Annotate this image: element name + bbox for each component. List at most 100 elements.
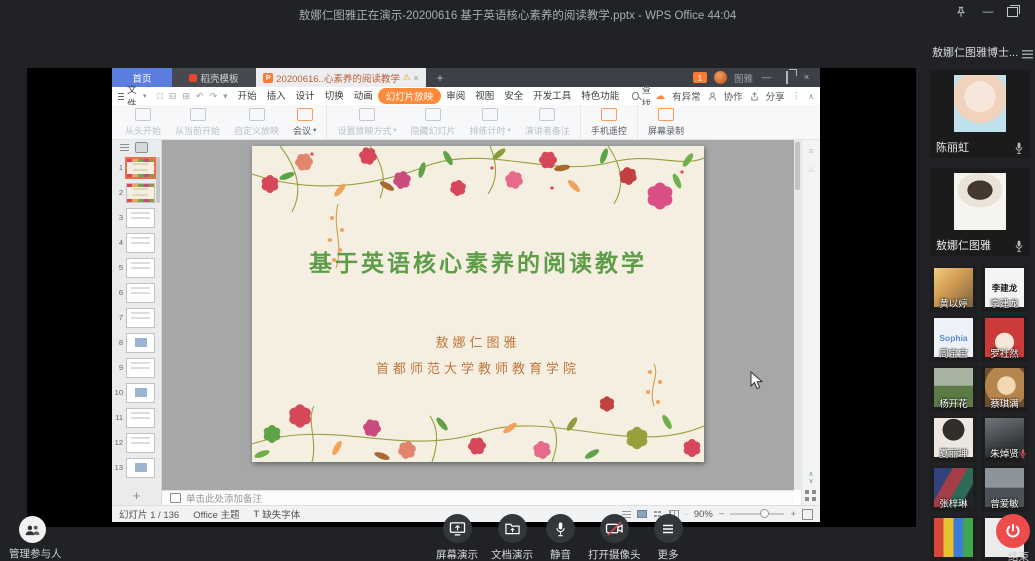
slide-thumbnail[interactable]	[126, 182, 155, 203]
redo-icon[interactable]: ↷	[210, 91, 218, 102]
share-label[interactable]: 分享	[766, 89, 785, 103]
theme-name[interactable]: Office 主题	[193, 507, 239, 521]
participant-tile-large[interactable]: 陈丽虹	[930, 70, 1030, 158]
slide-thumbnail[interactable]	[126, 232, 155, 253]
wps-restore-icon[interactable]	[780, 71, 793, 84]
slide-thumbnail[interactable]	[126, 432, 155, 453]
vertical-scrollbar[interactable]	[794, 140, 801, 490]
menu-tab[interactable]: 插入	[262, 88, 291, 104]
tab-docer[interactable]: 稻壳模板	[172, 68, 256, 87]
zoom-slider-knob[interactable]	[760, 509, 770, 518]
mic-icon[interactable]	[1014, 239, 1024, 253]
slide-thumbnail-row[interactable]: 3	[112, 205, 161, 230]
zoom-level[interactable]: 90%	[694, 509, 713, 520]
notes-bar[interactable]: 单击此处添加备注	[162, 490, 794, 505]
ribbon-button[interactable]: 屏幕录制	[636, 105, 691, 139]
participant-tile[interactable]: 张梓琳	[930, 466, 977, 512]
manage-participants-button[interactable]	[19, 516, 46, 543]
participant-tile[interactable]: 杨开花	[930, 366, 977, 412]
menu-tab[interactable]: 审阅	[441, 88, 470, 104]
collapse-ribbon-icon[interactable]: ∧	[808, 92, 814, 101]
participant-tile[interactable]: 蔡琪满	[981, 366, 1028, 412]
participant-tile[interactable]: Sophia 周宝宝	[930, 316, 977, 362]
more-menu-icon[interactable]: ⋮	[792, 91, 802, 102]
mic-icon[interactable]	[1014, 141, 1024, 155]
menu-tab[interactable]: 设计	[291, 88, 320, 104]
grid-view-icon[interactable]	[805, 490, 816, 501]
participant-tile[interactable]: 夏丽坤	[930, 416, 977, 462]
account-avatar[interactable]	[713, 71, 727, 84]
add-slide-button[interactable]: +	[112, 488, 161, 503]
ribbon-button[interactable]: 手机遥控	[579, 105, 634, 139]
slide-thumbnail[interactable]	[126, 407, 155, 428]
menu-tab[interactable]: 视图	[470, 88, 499, 104]
menu-tab[interactable]: 开始	[233, 88, 262, 104]
camera-button[interactable]: 打开摄像头	[588, 514, 641, 561]
participant-tile[interactable]: 朱焯贤	[981, 416, 1028, 462]
participant-tile[interactable]: 罗社然	[981, 316, 1028, 362]
slide-thumbnail[interactable]	[126, 382, 155, 403]
properties-icon[interactable]: ⌂	[802, 164, 820, 174]
doc-share-button[interactable]: 文档演示	[491, 514, 533, 561]
slide-thumbnail[interactable]	[126, 257, 155, 278]
new-tab-button[interactable]: +	[426, 68, 454, 87]
print-icon[interactable]: ⊟	[169, 91, 177, 102]
slide-thumbnail-row[interactable]: 10	[112, 380, 161, 405]
customize-icon[interactable]: ▾	[223, 91, 228, 102]
slide-thumbnail-row[interactable]: 1	[112, 155, 161, 180]
slide-thumbnail-row[interactable]: 5	[112, 255, 161, 280]
menu-tab[interactable]: 动画	[349, 88, 378, 104]
ribbon-button[interactable]: 隐藏幻灯片	[404, 105, 463, 139]
participant-list-icon[interactable]	[1022, 46, 1033, 64]
ribbon-button[interactable]: 从头开始	[118, 105, 168, 139]
menu-tab[interactable]: 幻灯片放映	[377, 88, 442, 104]
slide-thumbnail[interactable]	[125, 156, 156, 179]
ribbon-button[interactable]: 从当前开始	[168, 105, 227, 139]
participant-tile[interactable]: 黄以婷	[930, 266, 977, 312]
slide-thumbnail-row[interactable]: 9	[112, 355, 161, 380]
menu-tab[interactable]: 开发工具	[528, 88, 576, 104]
zoom-slider[interactable]	[730, 509, 785, 518]
export-icon[interactable]: ⊞	[182, 91, 190, 102]
menu-tab[interactable]: 特色功能	[576, 88, 624, 104]
participant-tile[interactable]	[930, 516, 977, 561]
slide-view-icon[interactable]	[135, 142, 148, 153]
slide-thumbnail[interactable]	[126, 282, 155, 303]
slide-thumbnail-row[interactable]: 2	[112, 180, 161, 205]
ribbon-button[interactable]: 排练计时 ▾	[463, 105, 518, 139]
fit-slide-icon[interactable]	[802, 508, 813, 520]
zoom-in-button[interactable]: +	[790, 509, 796, 520]
mute-button[interactable]: 静音	[546, 514, 575, 561]
slide-thumbnail[interactable]	[126, 307, 155, 328]
menu-tab[interactable]: 安全	[499, 88, 528, 104]
ribbon-button[interactable]: 设置放映方式 ▾	[326, 105, 403, 139]
slide-thumbnail-row[interactable]: 8	[112, 330, 161, 355]
menu-tab[interactable]: 切换	[320, 88, 349, 104]
notification-badge[interactable]: 1	[692, 72, 707, 83]
slide-thumbnail-row[interactable]: 11	[112, 405, 161, 430]
page-up-down-icons[interactable]: ∧ ∨	[802, 471, 820, 485]
sync-status-label[interactable]: 有异常	[672, 89, 701, 103]
participant-tile-large[interactable]: 敖娜仁图雅	[930, 168, 1030, 256]
animation-pane-icon[interactable]: ≡	[802, 146, 820, 156]
restore-icon[interactable]	[1004, 4, 1020, 20]
wps-minimize-icon[interactable]: —	[760, 72, 773, 83]
pin-icon[interactable]	[953, 4, 969, 20]
slide-page[interactable]: 基于英语核心素养的阅读教学 敖娜仁图雅 首都师范大学教师教育学院	[252, 146, 704, 462]
end-meeting-button[interactable]	[996, 514, 1030, 548]
undo-icon[interactable]: ↶	[196, 91, 204, 102]
slide-thumbnail[interactable]	[126, 332, 155, 353]
ribbon-button[interactable]: 自定义放映	[227, 105, 286, 139]
slide-thumbnail[interactable]	[126, 457, 155, 478]
ribbon-button[interactable]: 会议 ▾	[286, 105, 323, 139]
collaborate-label[interactable]: 协作	[724, 89, 743, 103]
save-icon[interactable]: □	[157, 91, 162, 102]
tab-document[interactable]: P 20200616..心素养的阅读教学 ⚠ ×	[256, 68, 426, 87]
slide-thumbnail-row[interactable]: 6	[112, 280, 161, 305]
tab-close-icon[interactable]: ×	[413, 73, 418, 83]
zoom-out-button[interactable]: −	[719, 509, 725, 520]
slide-thumbnail[interactable]	[126, 207, 155, 228]
missing-font-label[interactable]: 缺失字体	[262, 507, 300, 521]
thumbnail-scrollbar[interactable]	[156, 157, 160, 203]
minimize-icon[interactable]: —	[980, 4, 996, 20]
